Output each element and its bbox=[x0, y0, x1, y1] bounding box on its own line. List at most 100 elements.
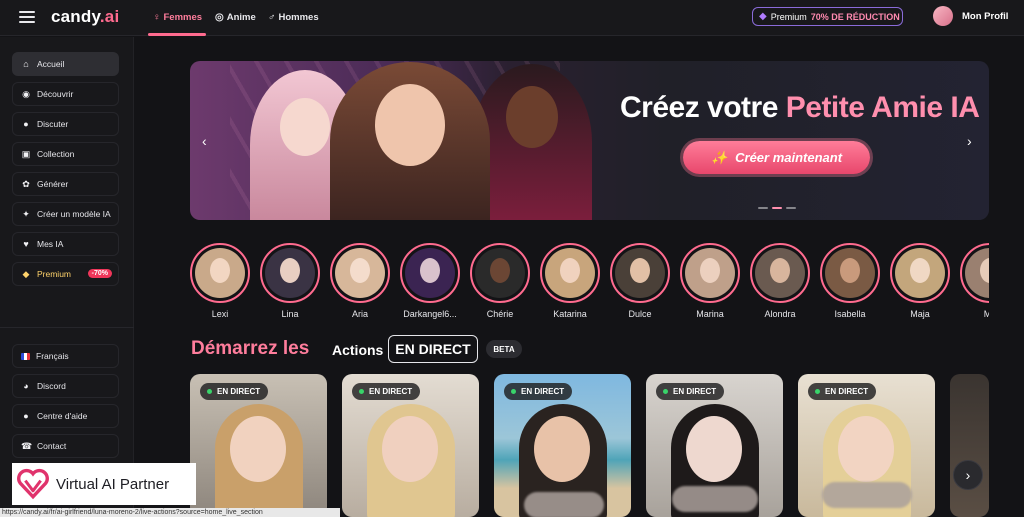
top-bar: candy.ai ♀ Femmes ◎ Anime ♂ Hommes ◆ Pre… bbox=[0, 0, 1024, 36]
story-avatar bbox=[895, 248, 945, 298]
sidebar-item-language[interactable]: Français bbox=[12, 344, 119, 368]
character-face bbox=[230, 416, 286, 482]
hero-model-image bbox=[472, 64, 592, 220]
female-icon: ♀ bbox=[153, 11, 161, 23]
live-card[interactable] bbox=[950, 374, 989, 517]
section-subtitle: Actions bbox=[332, 342, 384, 358]
live-dot-icon bbox=[207, 389, 212, 394]
discount-badge: -70% bbox=[87, 269, 112, 278]
my-ai-icon: ♥ bbox=[23, 239, 29, 249]
story-avatar bbox=[335, 248, 385, 298]
sidebar-item-accueil[interactable]: ⌂ Accueil bbox=[12, 52, 119, 76]
flag-fr-icon bbox=[21, 352, 30, 360]
live-card[interactable]: EN DIRECT bbox=[494, 374, 631, 517]
story-item[interactable]: Katarina bbox=[540, 243, 600, 319]
collection-icon: ▣ bbox=[21, 148, 31, 159]
wand-icon: ✦ bbox=[22, 208, 30, 219]
live-dot-icon bbox=[359, 389, 364, 394]
beta-badge: BETA bbox=[486, 340, 522, 358]
sidebar-item-generer[interactable]: ✿ Générer bbox=[12, 172, 119, 196]
story-item[interactable]: Dulce bbox=[610, 243, 670, 319]
censor-blur bbox=[822, 482, 912, 508]
profile-button[interactable]: Mon Profil bbox=[962, 11, 1008, 22]
create-now-button[interactable]: ✨ Créer maintenant bbox=[683, 141, 870, 174]
tab-hommes[interactable]: ♂ Hommes bbox=[268, 10, 319, 24]
live-card[interactable]: EN DIRECT bbox=[190, 374, 327, 517]
character-face bbox=[534, 416, 590, 482]
live-badge: EN DIRECT bbox=[808, 383, 877, 400]
story-item[interactable]: Mo bbox=[960, 243, 989, 319]
live-badge: EN DIRECT bbox=[504, 383, 573, 400]
watermark: Virtual AI Partner bbox=[12, 463, 196, 505]
active-tab-indicator bbox=[148, 33, 206, 36]
sidebar-item-contact[interactable]: ☎ Contact bbox=[12, 434, 119, 458]
sidebar-item-collection[interactable]: ▣ Collection bbox=[12, 142, 119, 166]
section-title: Démarrez les bbox=[191, 338, 310, 359]
hero-title: Créez votre Petite Amie IA bbox=[620, 91, 980, 124]
chevron-right-icon[interactable]: › bbox=[953, 460, 983, 490]
contact-icon: ☎ bbox=[21, 440, 33, 451]
story-item[interactable]: Aria bbox=[330, 243, 390, 319]
story-item[interactable]: Marina bbox=[680, 243, 740, 319]
sidebar-item-creer-modele[interactable]: ✦ Créer un modèle IA bbox=[12, 202, 119, 226]
story-avatar bbox=[755, 248, 805, 298]
discord-icon: ◕ bbox=[23, 381, 29, 391]
story-avatar bbox=[685, 248, 735, 298]
story-item[interactable]: Darkangel6... bbox=[400, 243, 460, 319]
chevron-left-icon[interactable]: ‹ bbox=[202, 133, 207, 149]
heart-logo-icon bbox=[17, 468, 49, 500]
story-item[interactable]: Maja bbox=[890, 243, 950, 319]
home-icon: ⌂ bbox=[23, 59, 29, 69]
story-avatar bbox=[545, 248, 595, 298]
status-url-bar: https://candy.ai/fr/ai-girlfriend/luna-m… bbox=[0, 508, 340, 517]
story-item[interactable]: Isabella bbox=[820, 243, 880, 319]
story-avatar bbox=[265, 248, 315, 298]
story-item[interactable]: Alondra bbox=[750, 243, 810, 319]
sidebar-item-decouvrir[interactable]: ◉ Découvrir bbox=[12, 82, 119, 106]
story-item[interactable]: Chérie bbox=[470, 243, 530, 319]
sidebar-item-help[interactable]: ● Centre d'aide bbox=[12, 404, 119, 428]
sparkle-wand-icon: ✨ bbox=[710, 149, 728, 165]
character-stories-row: Lexi Lina Aria Darkangel6... Chérie Kata… bbox=[190, 243, 989, 323]
carousel-dot[interactable] bbox=[786, 207, 796, 209]
censor-blur bbox=[524, 492, 604, 517]
brand-logo[interactable]: candy.ai bbox=[51, 7, 119, 27]
character-face bbox=[382, 416, 438, 482]
anime-icon: ◎ bbox=[215, 11, 224, 23]
live-badge: EN DIRECT bbox=[200, 383, 269, 400]
hero-model-image bbox=[330, 62, 490, 220]
menu-icon[interactable] bbox=[19, 11, 35, 23]
chevron-right-icon[interactable]: › bbox=[967, 133, 972, 149]
live-label-box: EN DIRECT bbox=[388, 335, 478, 363]
sidebar-item-discuter[interactable]: ● Discuter bbox=[12, 112, 119, 136]
live-badge: EN DIRECT bbox=[656, 383, 725, 400]
story-avatar bbox=[965, 248, 989, 298]
tab-anime[interactable]: ◎ Anime bbox=[215, 10, 256, 24]
chat-icon: ● bbox=[23, 119, 29, 129]
live-card[interactable]: EN DIRECT bbox=[646, 374, 783, 517]
carousel-dots bbox=[758, 207, 796, 209]
live-badge: EN DIRECT bbox=[352, 383, 421, 400]
live-card[interactable]: EN DIRECT bbox=[798, 374, 935, 517]
tab-femmes[interactable]: ♀ Femmes bbox=[153, 10, 202, 24]
story-avatar bbox=[195, 248, 245, 298]
story-item[interactable]: Lexi bbox=[190, 243, 250, 319]
compass-icon: ◉ bbox=[22, 88, 30, 99]
story-avatar bbox=[405, 248, 455, 298]
live-dot-icon bbox=[815, 389, 820, 394]
live-card[interactable]: EN DIRECT bbox=[342, 374, 479, 517]
sidebar-divider bbox=[0, 327, 134, 328]
story-avatar bbox=[615, 248, 665, 298]
sidebar-item-premium[interactable]: ◆ Premium -70% bbox=[12, 262, 119, 286]
sidebar-item-mes-ia[interactable]: ♥ Mes IA bbox=[12, 232, 119, 256]
sidebar-item-discord[interactable]: ◕ Discord bbox=[12, 374, 119, 398]
carousel-dot[interactable] bbox=[772, 207, 782, 209]
premium-discount-button[interactable]: ◆ Premium 70% DE RÉDUCTION bbox=[752, 7, 903, 26]
censor-blur bbox=[672, 486, 758, 512]
hero-banner[interactable]: Créez votre Petite Amie IA ✨ Créer maint… bbox=[190, 61, 989, 220]
diamond-icon: ◆ bbox=[759, 11, 767, 22]
generate-icon: ✿ bbox=[22, 178, 30, 189]
story-item[interactable]: Lina bbox=[260, 243, 320, 319]
avatar[interactable] bbox=[933, 6, 953, 26]
carousel-dot[interactable] bbox=[758, 207, 768, 209]
